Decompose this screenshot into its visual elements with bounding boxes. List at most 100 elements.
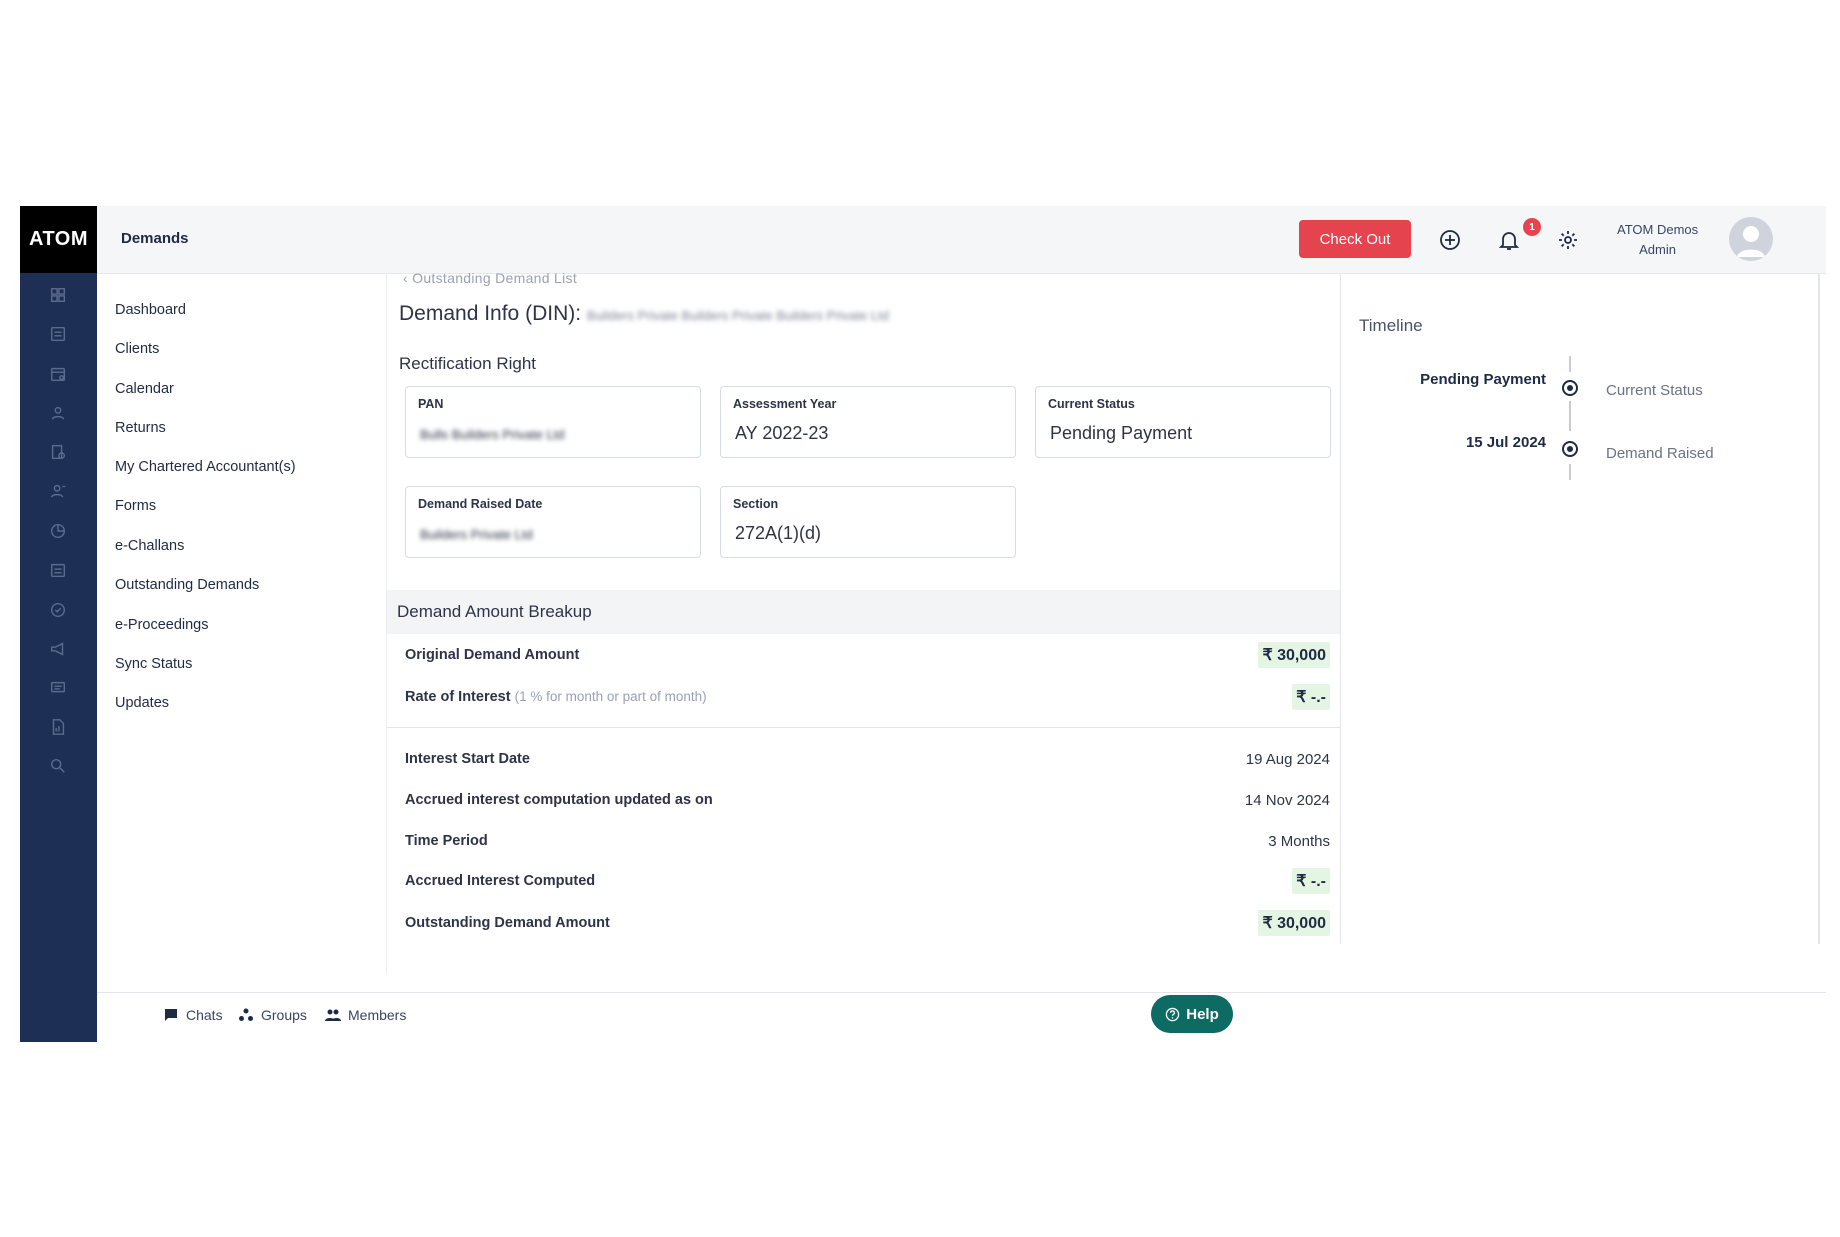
breadcrumb[interactable]: ‹ Outstanding Demand List — [403, 270, 577, 286]
interest-start-label: Interest Start Date — [405, 751, 530, 767]
members-link[interactable]: Members — [325, 1007, 406, 1023]
sidebar-item-sync-status[interactable]: Sync Status — [115, 656, 192, 672]
accrued-interest-row: Accrued Interest Computed ₹ -.- — [405, 866, 1330, 896]
assessment-year-label: Assessment Year — [733, 397, 837, 411]
original-demand-row: Original Demand Amount ₹ 30,000 — [405, 640, 1330, 670]
demand-info-title: Demand Info (DIN): Builders Private Buil… — [399, 302, 889, 326]
page-title: Demands — [121, 230, 189, 247]
section-label: Section — [733, 497, 779, 511]
help-label: Help — [1186, 1005, 1219, 1023]
megaphone-icon[interactable] — [44, 635, 72, 663]
timeline-line-top — [1569, 356, 1571, 372]
proceedings-icon[interactable] — [44, 596, 72, 624]
sidebar-item-returns[interactable]: Returns — [115, 420, 166, 436]
calendar-icon[interactable] — [44, 360, 72, 388]
clients-icon[interactable] — [44, 320, 72, 348]
pan-card: PAN Bulls Builders Private Ltd — [405, 386, 701, 458]
pan-value: Bulls Builders Private Ltd — [420, 427, 565, 442]
sidebar-item-forms[interactable]: Forms — [115, 498, 156, 514]
search-icon[interactable] — [44, 752, 72, 780]
forms-icon[interactable] — [44, 477, 72, 505]
accrued-interest-value: ₹ -.- — [1292, 868, 1330, 894]
returns-icon[interactable] — [44, 399, 72, 427]
current-status-card: Current Status Pending Payment — [1035, 386, 1331, 458]
rate-of-interest-row: Rate of Interest (1 % for month or part … — [405, 682, 1330, 712]
timeline-event-pending-payment: Pending Payment — [1420, 371, 1546, 388]
atom-logo: ATOM — [20, 206, 97, 273]
accountants-icon[interactable] — [44, 438, 72, 466]
outstanding-demands-icon[interactable] — [44, 556, 72, 584]
check-out-button[interactable]: Check Out — [1299, 220, 1411, 258]
accrued-interest-label: Accrued Interest Computed — [405, 873, 596, 889]
original-demand-value: ₹ 30,000 — [1258, 642, 1330, 668]
timeline-dot-current — [1562, 380, 1578, 396]
demand-info-label: Demand Info (DIN): — [399, 302, 582, 325]
chats-link[interactable]: Chats — [163, 1007, 223, 1023]
user-info[interactable]: ATOM Demos Admin — [1617, 220, 1698, 260]
top-bar: Demands Check Out 1 ATOM Demos Admin — [97, 206, 1826, 274]
report-icon[interactable] — [44, 713, 72, 741]
rate-of-interest-value: ₹ -.- — [1292, 684, 1330, 710]
section-card: Section 272A(1)(d) — [720, 486, 1016, 558]
pan-label: PAN — [418, 397, 444, 411]
sidebar-item-chartered-accountants[interactable]: My Chartered Accountant(s) — [115, 459, 296, 475]
message-icon[interactable] — [44, 674, 72, 702]
dashboard-icon[interactable] — [44, 281, 72, 309]
breadcrumb-link[interactable]: Outstanding Demand List — [412, 270, 577, 286]
time-period-row: Time Period 3 Months — [405, 826, 1330, 856]
gear-icon[interactable] — [1554, 226, 1582, 254]
demand-breakup-heading: Demand Amount Breakup — [387, 590, 1340, 634]
rate-of-interest-label: Rate of Interest — [405, 689, 511, 705]
time-period-value: 3 Months — [1268, 832, 1330, 850]
interest-start-value: 19 Aug 2024 — [1245, 750, 1330, 768]
avatar[interactable] — [1729, 217, 1773, 261]
sidebar-item-dashboard[interactable]: Dashboard — [115, 302, 186, 318]
breakup-divider — [387, 727, 1340, 728]
icon-rail: ATOM — [20, 206, 97, 1042]
outstanding-demand-row: Outstanding Demand Amount ₹ 30,000 — [405, 908, 1330, 938]
accrued-updated-value: 14 Nov 2024 — [1244, 791, 1330, 809]
user-role: Admin — [1639, 242, 1676, 257]
groups-link[interactable]: Groups — [238, 1007, 307, 1023]
current-status-value: Pending Payment — [1050, 423, 1193, 443]
add-circle-icon[interactable] — [1436, 226, 1464, 254]
demand-raised-date-label: Demand Raised Date — [418, 497, 543, 511]
timeline-title: Timeline — [1359, 316, 1423, 335]
sidebar: Dashboard Clients Calendar Returns My Ch… — [97, 274, 387, 974]
assessment-year-card: Assessment Year AY 2022-23 — [720, 386, 1016, 458]
demand-raised-date-value: Builders Private Ltd — [420, 527, 533, 542]
timeline-dot-raised — [1562, 441, 1578, 457]
bell-icon[interactable] — [1495, 226, 1523, 254]
rate-of-interest-note: (1 % for month or part of month) — [514, 689, 707, 704]
help-button[interactable]: Help — [1151, 995, 1233, 1033]
sidebar-item-e-proceedings[interactable]: e-Proceedings — [115, 617, 209, 633]
chat-icon — [165, 1009, 177, 1021]
demand-raised-date-card: Demand Raised Date Builders Private Ltd — [405, 486, 701, 558]
section-subtitle: Rectification Right — [399, 354, 537, 373]
groups-label: Groups — [261, 1007, 307, 1023]
current-status-label: Current Status — [1048, 397, 1135, 411]
challans-icon[interactable] — [44, 517, 72, 545]
time-period-label: Time Period — [405, 833, 488, 849]
rate-of-interest-cell: Rate of Interest (1 % for month or part … — [405, 689, 707, 705]
timeline-line-mid — [1569, 401, 1571, 431]
notification-badge: 1 — [1523, 218, 1541, 236]
main-content: ‹ Outstanding Demand List Demand Info (D… — [387, 270, 1340, 944]
sidebar-item-e-challans[interactable]: e-Challans — [115, 538, 184, 554]
members-label: Members — [348, 1007, 407, 1023]
members-icon — [325, 1009, 341, 1021]
sidebar-item-calendar[interactable]: Calendar — [115, 381, 174, 397]
assessment-year-value: AY 2022-23 — [735, 423, 829, 443]
accrued-updated-row: Accrued interest computation updated as … — [405, 785, 1330, 815]
user-name: ATOM Demos — [1617, 222, 1699, 237]
timeline-event-date: 15 Jul 2024 — [1465, 434, 1546, 451]
timeline-event-demand-raised: Demand Raised — [1606, 445, 1714, 462]
sidebar-item-outstanding-demands[interactable]: Outstanding Demands — [115, 577, 259, 593]
accrued-updated-label: Accrued interest computation updated as … — [405, 792, 713, 808]
interest-start-row: Interest Start Date 19 Aug 2024 — [405, 744, 1330, 774]
sidebar-item-updates[interactable]: Updates — [115, 695, 169, 711]
sidebar-item-clients[interactable]: Clients — [115, 341, 159, 357]
outstanding-demand-label: Outstanding Demand Amount — [405, 915, 610, 931]
footer-bar: Chats Groups Members Help — [97, 992, 1826, 1042]
timeline-event-current-status: Current Status — [1606, 382, 1703, 399]
